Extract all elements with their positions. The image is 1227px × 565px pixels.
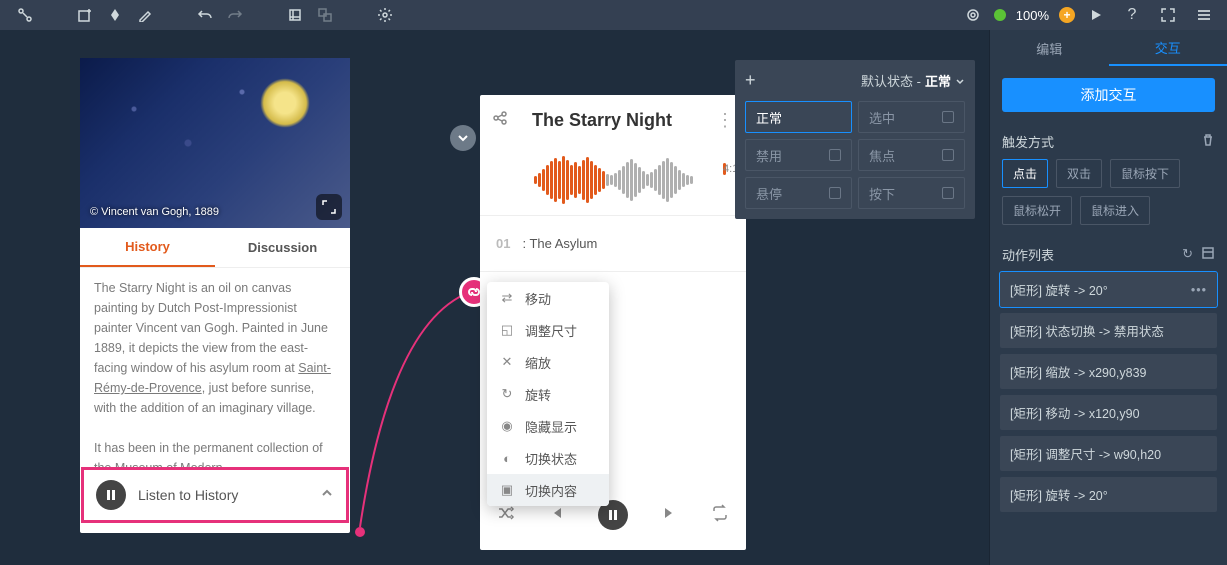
- undo-icon[interactable]: [190, 0, 220, 30]
- action-item[interactable]: [矩形] 移动 -> x120,y90: [1000, 395, 1217, 430]
- list-icon[interactable]: [1201, 246, 1215, 263]
- pause-icon[interactable]: [96, 480, 126, 510]
- menu-hide[interactable]: ◉隐藏显示: [487, 410, 609, 442]
- add-zoom-icon[interactable]: +: [1059, 7, 1075, 23]
- content-tabs: History Discussion: [80, 228, 350, 268]
- context-menu: ⇄移动 ◱调整尺寸 ✕缩放 ↻旋转 ◉隐藏显示 ◐切换状态 ▣切换内容: [487, 282, 609, 506]
- trigger-mouseup[interactable]: 鼠标松开: [1002, 196, 1072, 225]
- menu-switch-state[interactable]: ◐切换状态: [487, 442, 609, 474]
- tab-history[interactable]: History: [80, 228, 215, 267]
- delete-icon[interactable]: [1201, 133, 1215, 150]
- trigger-dblclick[interactable]: 双击: [1056, 159, 1102, 188]
- next-icon[interactable]: [662, 505, 678, 526]
- player-title: Listen to History: [138, 487, 320, 503]
- action-item[interactable]: [矩形] 调整尺寸 -> w90,h20: [1000, 436, 1217, 471]
- canvas[interactable]: © Vincent van Gogh, 1889 History Discuss…: [0, 30, 989, 565]
- state-panel: + 默认状态 - 正常 正常 选中 禁用 焦点 悬停 按下: [735, 60, 975, 219]
- play-icon[interactable]: [1081, 0, 1111, 30]
- action-item[interactable]: [矩形] 旋转 -> 20°•••: [1000, 272, 1217, 307]
- collapse-button[interactable]: [450, 125, 476, 151]
- top-toolbar: 100% + ?: [0, 0, 1227, 30]
- trigger-click[interactable]: 点击: [1002, 159, 1048, 188]
- shuffle-icon[interactable]: [497, 504, 515, 527]
- actions-list: [矩形] 旋转 -> 20°••• [矩形] 状态切换 -> 禁用状态 [矩形] 缩…: [990, 272, 1227, 512]
- tab-discussion[interactable]: Discussion: [215, 228, 350, 267]
- link-endpoint-dot[interactable]: [355, 527, 365, 537]
- pen-icon[interactable]: [100, 0, 130, 30]
- state-hover[interactable]: 悬停: [745, 177, 852, 209]
- help-icon[interactable]: ?: [1117, 0, 1147, 30]
- actions-section-title: 动作列表: [1002, 245, 1054, 264]
- tab-edit[interactable]: 编辑: [990, 30, 1109, 66]
- zoom-level[interactable]: 100%: [1016, 8, 1049, 23]
- add-interaction-button[interactable]: 添加交互: [1002, 78, 1215, 112]
- ungroup-icon[interactable]: [310, 0, 340, 30]
- menu-switch-content[interactable]: ▣切换内容: [487, 474, 609, 506]
- crop-icon[interactable]: [280, 0, 310, 30]
- state-pressed[interactable]: 按下: [858, 177, 965, 209]
- prev-icon[interactable]: [548, 505, 564, 526]
- repeat-icon[interactable]: [711, 504, 729, 527]
- refresh-icon[interactable]: ↻: [1182, 246, 1193, 263]
- trigger-mousedown[interactable]: 鼠标按下: [1110, 159, 1180, 188]
- pencil-icon[interactable]: [130, 0, 160, 30]
- tab-interaction[interactable]: 交互: [1109, 30, 1227, 66]
- state-focus[interactable]: 焦点: [858, 139, 965, 171]
- chevron-up-icon[interactable]: [320, 486, 334, 505]
- target-icon[interactable]: [958, 0, 988, 30]
- state-dropdown[interactable]: 默认状态 - 正常: [861, 71, 965, 90]
- state-disabled[interactable]: 禁用: [745, 139, 852, 171]
- expand-icon[interactable]: [316, 194, 342, 220]
- more-icon[interactable]: ⋮: [716, 110, 734, 131]
- add-state-icon[interactable]: +: [745, 70, 756, 91]
- menu-icon[interactable]: [1189, 0, 1219, 30]
- status-dot-green: [994, 9, 1006, 21]
- hero-image: © Vincent van Gogh, 1889: [80, 58, 350, 228]
- redo-icon[interactable]: [220, 0, 250, 30]
- track-1[interactable]: 01: The Asylum: [480, 215, 746, 271]
- menu-move[interactable]: ⇄移动: [487, 282, 609, 314]
- state-normal[interactable]: 正常: [745, 101, 852, 133]
- right-panel: 编辑 交互 添加交互 触发方式 点击 双击 鼠标按下 鼠标松开 鼠标进入 动作列…: [989, 30, 1227, 565]
- player-bar[interactable]: Listen to History: [84, 470, 346, 520]
- action-item[interactable]: [矩形] 缩放 -> x290,y839: [1000, 354, 1217, 389]
- menu-rotate[interactable]: ↻旋转: [487, 378, 609, 410]
- interaction-link-line: [355, 277, 475, 537]
- action-item[interactable]: [矩形] 旋转 -> 20°: [1000, 477, 1217, 512]
- trigger-section-title: 触发方式: [1002, 132, 1054, 151]
- menu-resize[interactable]: ◱调整尺寸: [487, 314, 609, 346]
- wave-duration: 4:18: [723, 163, 726, 175]
- artboard-history[interactable]: © Vincent van Gogh, 1889 History Discuss…: [80, 58, 350, 533]
- menu-scale[interactable]: ✕缩放: [487, 346, 609, 378]
- trigger-mouseenter[interactable]: 鼠标进入: [1080, 196, 1150, 225]
- fullscreen-icon[interactable]: [1153, 0, 1183, 30]
- player-heading: The Starry Night: [498, 110, 706, 131]
- action-item[interactable]: [矩形] 状态切换 -> 禁用状态: [1000, 313, 1217, 348]
- description-text: The Starry Night is an oil on canvas pai…: [80, 268, 350, 488]
- waveform[interactable]: 4:18: [480, 145, 746, 215]
- image-credit: © Vincent van Gogh, 1889: [90, 206, 219, 218]
- add-frame-icon[interactable]: [70, 0, 100, 30]
- settings-icon[interactable]: [370, 0, 400, 30]
- state-selected[interactable]: 选中: [858, 101, 965, 133]
- branch-icon[interactable]: [10, 0, 40, 30]
